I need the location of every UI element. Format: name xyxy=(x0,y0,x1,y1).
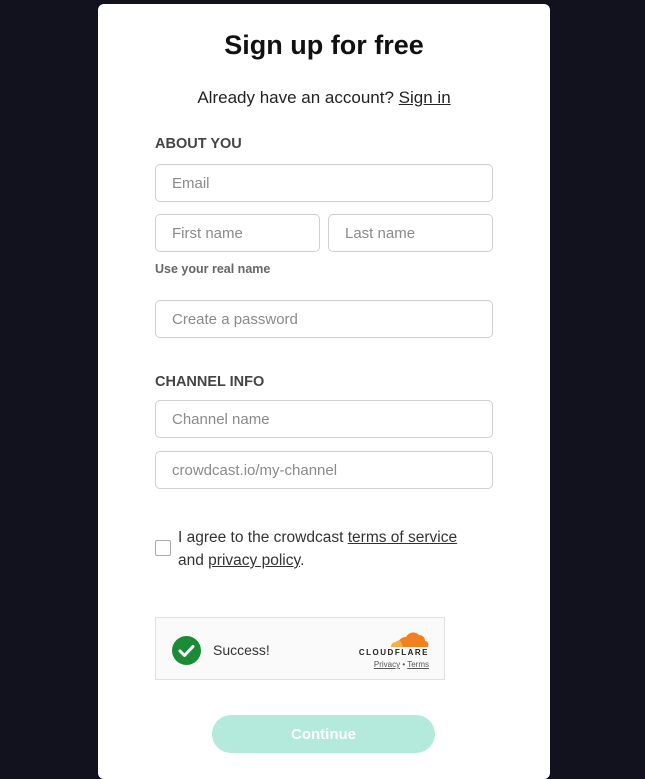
about-you-heading: ABOUT YOU xyxy=(155,136,242,152)
captcha-status: Success! xyxy=(213,642,270,658)
password-input[interactable] xyxy=(155,300,493,338)
continue-button[interactable]: Continue xyxy=(212,715,435,753)
channel-name-input[interactable] xyxy=(155,400,493,438)
cloudflare-wordmark: CLOUDFLARE xyxy=(358,648,429,657)
captcha-separator: • xyxy=(402,660,406,669)
agreement-text: I agree to the crowdcast terms of servic… xyxy=(178,526,498,572)
captcha-terms-link[interactable]: Terms xyxy=(407,660,429,669)
channel-info-heading: CHANNEL INFO xyxy=(155,374,265,390)
terms-of-service-link[interactable]: terms of service xyxy=(348,529,457,546)
agreement-text-before: I agree to the crowdcast xyxy=(178,529,348,546)
last-name-input[interactable] xyxy=(328,214,493,252)
sign-in-link[interactable]: Sign in xyxy=(399,88,451,107)
captcha-links: Privacy • Terms xyxy=(374,660,429,669)
name-hint: Use your real name xyxy=(155,262,271,276)
first-name-input[interactable] xyxy=(155,214,320,252)
sign-in-prompt-text: Already have an account? xyxy=(197,88,394,107)
success-check-icon xyxy=(172,636,201,665)
agreement-text-and: and xyxy=(178,552,209,569)
captcha-widget: Success! CLOUDFLARE Privacy • Terms xyxy=(155,617,445,680)
agree-checkbox[interactable] xyxy=(155,540,171,556)
email-input[interactable] xyxy=(155,164,493,202)
signup-card: Sign up for free Already have an account… xyxy=(98,4,550,779)
agreement-text-end: . xyxy=(300,552,305,569)
sign-in-prompt: Already have an account? Sign in xyxy=(98,88,550,108)
captcha-privacy-link[interactable]: Privacy xyxy=(374,660,400,669)
page-title: Sign up for free xyxy=(224,30,424,60)
privacy-policy-link[interactable]: privacy policy xyxy=(208,552,300,569)
channel-url-input[interactable] xyxy=(155,451,493,489)
